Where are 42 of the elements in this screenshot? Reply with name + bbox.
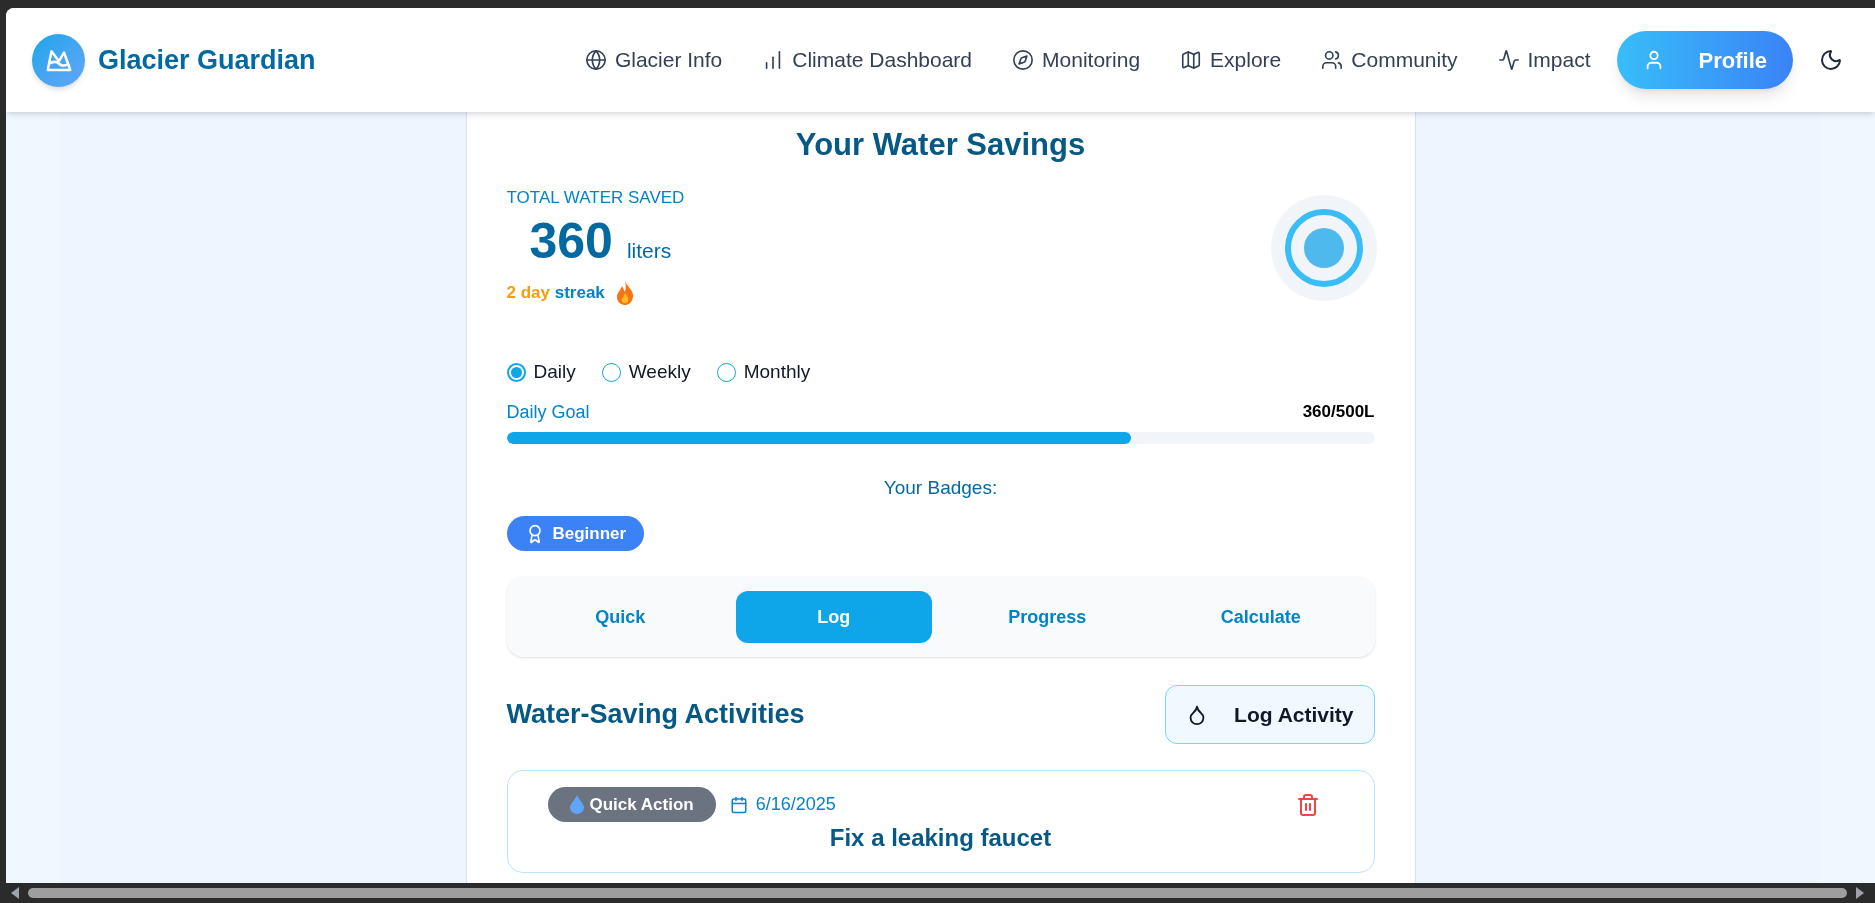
app-title[interactable]: Glacier Guardian: [98, 39, 316, 81]
activity-date: 6/16/2025: [755, 793, 836, 816]
mountain-logo-icon[interactable]: [32, 33, 85, 87]
tab[interactable]: Quick: [522, 591, 718, 643]
goal-reading: 360/500L: [1302, 400, 1375, 423]
log-activity-button[interactable]: Log Activity: [1165, 685, 1375, 744]
delete-icon[interactable]: [1295, 792, 1320, 817]
pulse-icon: [1497, 49, 1520, 71]
nav-link[interactable]: Community: [1321, 44, 1458, 76]
calendar-icon: [729, 795, 748, 814]
flame-icon: [614, 280, 635, 306]
nav-link[interactable]: Impact: [1497, 44, 1591, 76]
period-radio[interactable]: Daily: [506, 358, 576, 387]
period-radio[interactable]: Monthly: [716, 358, 811, 387]
water-drop-target-icon: [1270, 194, 1377, 301]
badge: Beginner: [506, 516, 645, 551]
tab[interactable]: Progress: [949, 591, 1145, 643]
nav-link[interactable]: Explore: [1180, 44, 1282, 76]
nav-link[interactable]: Monitoring: [1012, 44, 1141, 76]
scrollbar-thumb[interactable]: [28, 888, 1847, 898]
badges-title: Your Badges:: [882, 475, 999, 500]
nav-link[interactable]: Glacier Info: [584, 44, 723, 76]
section-heading: Water-Saving Activities: [506, 698, 805, 732]
unit-label: liters: [626, 238, 672, 264]
total-value: 360: [529, 212, 613, 271]
scroll-right-icon[interactable]: [1855, 887, 1865, 899]
nav-link[interactable]: Climate Dashboard: [762, 44, 973, 76]
users-icon: [1321, 49, 1344, 71]
scroll-left-icon[interactable]: [10, 887, 20, 899]
period-radio[interactable]: Weekly: [601, 358, 691, 387]
globe-icon: [584, 49, 607, 71]
activity-title: Fix a leaking faucet: [828, 824, 1053, 852]
tab[interactable]: Calculate: [1163, 591, 1359, 643]
activity-tag: Quick Action: [547, 787, 716, 822]
dark-mode-icon[interactable]: [1819, 48, 1843, 72]
water-drop-icon: [569, 795, 584, 814]
goal-label: Daily Goal: [506, 400, 590, 424]
card-title: Your Water Savings: [794, 126, 1087, 164]
total-label: TOTAL WATER SAVED: [506, 186, 685, 209]
map-icon: [1180, 49, 1203, 71]
streak-text: 2 day streak: [506, 282, 605, 305]
compass-icon: [1012, 49, 1035, 71]
